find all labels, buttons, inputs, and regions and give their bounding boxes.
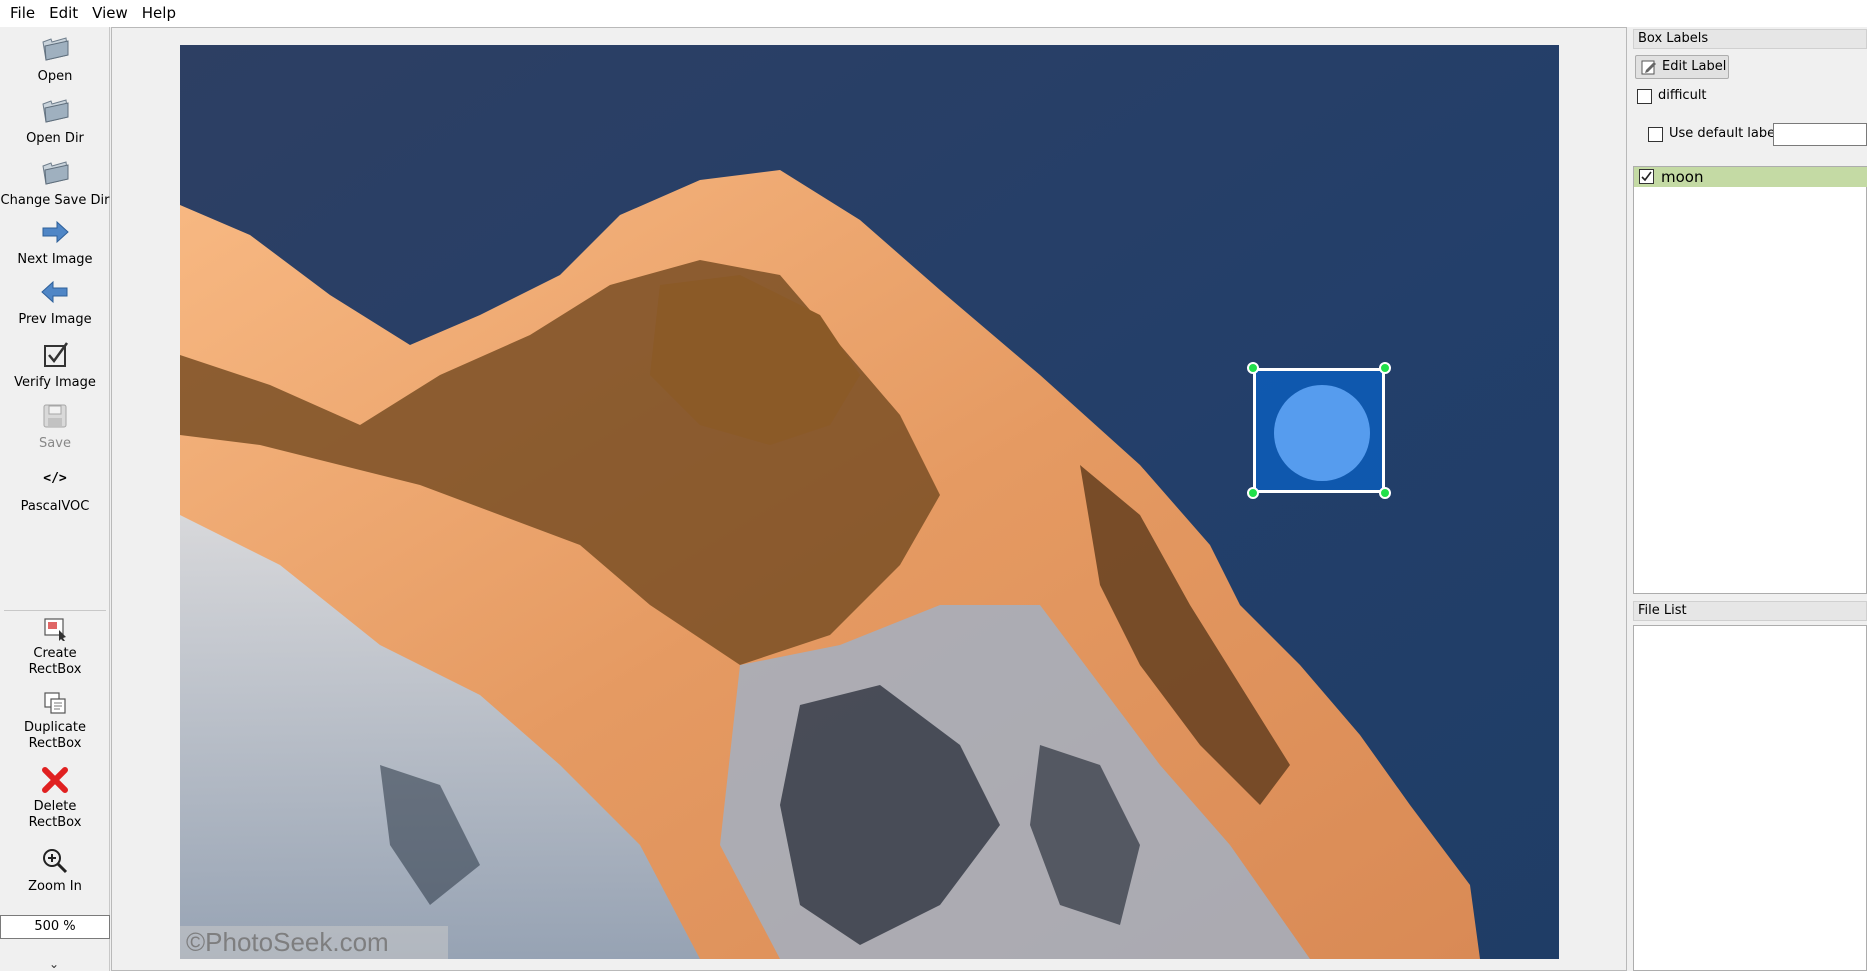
verify-image-button[interactable]: Verify Image — [0, 339, 110, 391]
delete-rectbox-label-line1: Delete — [33, 799, 77, 814]
folder-open-icon — [42, 99, 69, 123]
use-default-label-checkbox[interactable] — [1648, 127, 1663, 142]
checkmark-icon — [1641, 171, 1652, 182]
next-image-label: Next Image — [17, 252, 93, 267]
arrow-left-icon — [41, 280, 68, 304]
zoom-in-icon — [43, 849, 68, 874]
edit-pencil-icon — [1641, 60, 1656, 75]
mountain-photo — [180, 45, 1559, 959]
open-button[interactable]: Open — [0, 33, 110, 85]
open-dir-button[interactable]: Open Dir — [0, 95, 110, 147]
file-list[interactable] — [1633, 625, 1867, 971]
label-list[interactable]: moon — [1633, 166, 1867, 594]
tool-bar: Open Open Dir Change Save Dir Next Image… — [0, 27, 110, 971]
edit-label-button[interactable]: Edit Label — [1635, 55, 1729, 79]
default-label-input[interactable] — [1773, 123, 1867, 146]
bounding-box-moon[interactable] — [1253, 368, 1385, 493]
open-dir-label: Open Dir — [26, 131, 84, 146]
edit-label-text: Edit Label — [1662, 59, 1727, 74]
menu-bar: File Edit View Help — [0, 0, 1867, 27]
bbox-handle-bottom-left[interactable] — [1247, 487, 1259, 499]
use-default-label-text: Use default label — [1669, 126, 1779, 141]
code-tag-icon: </> — [43, 471, 67, 486]
create-rect-icon — [44, 618, 66, 641]
delete-rectbox-button[interactable]: Delete RectBox — [0, 765, 110, 831]
create-rectbox-label-line2: RectBox — [28, 662, 82, 677]
moon-shape — [1274, 385, 1370, 481]
format-label: PascalVOC — [20, 499, 90, 514]
menu-file[interactable]: File — [3, 0, 42, 27]
arrow-right-icon — [42, 220, 69, 244]
zoom-in-button[interactable]: Zoom In — [0, 847, 110, 895]
folder-open-icon — [42, 161, 69, 185]
save-button[interactable]: Save — [0, 400, 110, 452]
delete-rectbox-label-line2: RectBox — [28, 815, 82, 830]
format-toggle-button[interactable]: </> PascalVOC — [0, 463, 110, 515]
next-image-button[interactable]: Next Image — [0, 216, 110, 268]
floppy-disk-icon — [43, 404, 67, 428]
prev-image-label: Prev Image — [18, 312, 92, 327]
difficult-label: difficult — [1658, 88, 1707, 103]
duplicate-icon — [44, 692, 66, 714]
verify-image-label: Verify Image — [14, 375, 96, 390]
delete-x-icon — [42, 767, 68, 793]
menu-view[interactable]: View — [85, 0, 135, 27]
annotated-image: ©PhotoSeek.com — [180, 45, 1559, 959]
checkbox-check-icon — [44, 342, 69, 367]
right-dock: Box Labels Edit Label difficult Use defa… — [1630, 27, 1867, 971]
menu-edit[interactable]: Edit — [42, 0, 85, 27]
image-canvas[interactable]: ©PhotoSeek.com — [111, 27, 1627, 971]
change-save-dir-button[interactable]: Change Save Dir — [0, 157, 110, 209]
bbox-handle-bottom-right[interactable] — [1379, 487, 1391, 499]
label-visible-checkbox[interactable] — [1639, 169, 1654, 184]
create-rectbox-button[interactable]: Create RectBox — [0, 616, 110, 678]
bbox-handle-top-left[interactable] — [1247, 362, 1259, 374]
menu-help[interactable]: Help — [135, 0, 183, 27]
bbox-handle-top-right[interactable] — [1379, 362, 1391, 374]
folder-open-icon — [42, 37, 69, 61]
duplicate-rectbox-label-line1: Duplicate — [24, 720, 86, 735]
prev-image-button[interactable]: Prev Image — [0, 276, 110, 328]
difficult-checkbox[interactable] — [1637, 89, 1652, 104]
file-list-title: File List — [1633, 601, 1867, 621]
label-list-item[interactable]: moon — [1634, 167, 1867, 187]
duplicate-rectbox-label-line2: RectBox — [28, 736, 82, 751]
create-rectbox-label-line1: Create — [33, 646, 77, 661]
save-label: Save — [39, 436, 71, 451]
toolbar-more-chevron-icon[interactable]: ⌄ — [49, 957, 59, 971]
photo-watermark: ©PhotoSeek.com — [180, 926, 448, 959]
label-name: moon — [1661, 168, 1704, 186]
toolbar-divider — [4, 610, 106, 611]
zoom-value-field[interactable]: 500 % — [0, 915, 110, 939]
box-labels-title: Box Labels — [1633, 29, 1867, 49]
zoom-in-label: Zoom In — [28, 879, 82, 894]
duplicate-rectbox-button[interactable]: Duplicate RectBox — [0, 690, 110, 752]
open-label: Open — [37, 69, 73, 84]
change-save-dir-label: Change Save Dir — [0, 193, 110, 208]
